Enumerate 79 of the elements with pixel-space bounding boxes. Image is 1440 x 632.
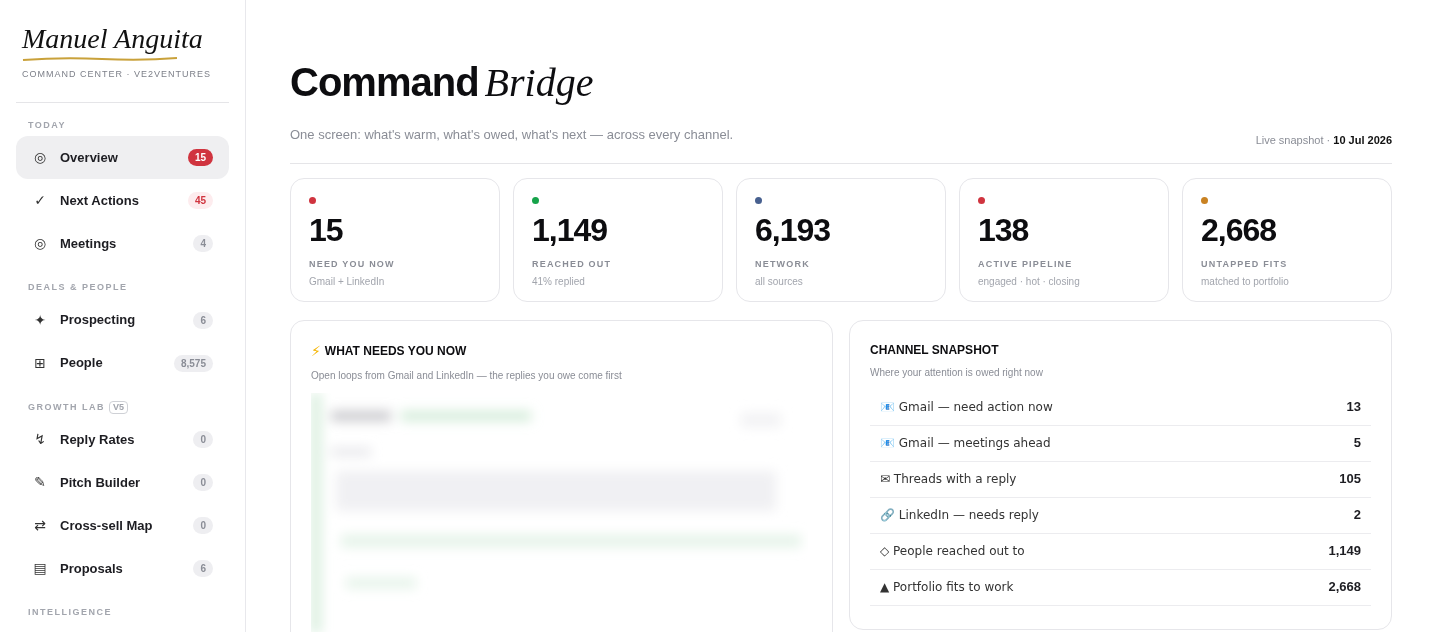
channel-count: 2 — [1353, 506, 1361, 525]
nav-label: Reply Rates — [60, 430, 136, 449]
nav-item[interactable]: ◎ Overview 15 — [16, 136, 229, 179]
channel-count: 105 — [1339, 470, 1361, 489]
nav-label: People — [60, 354, 104, 373]
nav-label: Cross-sell Map — [60, 516, 154, 535]
item-count: 15 — [187, 149, 213, 166]
nav-item[interactable]: ✦ Prospecting 6 — [16, 298, 229, 342]
nav-item[interactable]: ✓ Next Actions 45 — [16, 179, 229, 222]
stat-label: REACHED OUT — [532, 257, 613, 271]
channel-label: ✉ Threads with a reply — [880, 471, 1017, 488]
page-title-accent: Bridge — [484, 63, 594, 103]
nav-item[interactable]: ◎ Meetings 4 — [16, 222, 229, 265]
nav-item[interactable]: ↯ Reply Rates 0 — [16, 418, 229, 461]
nav-item[interactable]: ⊞ People 8,575 — [16, 341, 229, 385]
nav-icon: ✦ — [32, 309, 48, 331]
panel-subtitle: Where your attention is owed right now — [870, 365, 1044, 380]
stat-value: 6,193 — [755, 211, 832, 248]
channel-count: 13 — [1346, 398, 1361, 417]
nav-label: Next Actions — [60, 191, 140, 210]
nav-icon: ⇄ — [32, 515, 48, 536]
panel-title: WHAT NEEDS YOU NOW — [324, 343, 467, 360]
stat-value: 1,149 — [532, 211, 609, 248]
panel-subtitle: Open loops from Gmail and LinkedIn — the replies you owe come first — [311, 368, 623, 383]
channel-label: ▲ Portfolio fits to work — [880, 579, 1014, 596]
stat-label: NETWORK — [755, 257, 811, 271]
item-count: 45 — [187, 192, 213, 209]
brand-signature: Manuel Anguita — [22, 22, 204, 56]
item-count: 0 — [193, 431, 213, 448]
stat-note: matched to portfolio — [1201, 275, 1290, 289]
snapshot-date: Live snapshot · 10 Jul 2026 — [1255, 133, 1392, 148]
stat-note: engaged · hot · closing — [978, 275, 1081, 289]
section-heading: DEALS & PEOPLE — [28, 281, 128, 294]
page-title: Command — [290, 62, 479, 102]
nav-icon: ◎ — [32, 147, 48, 168]
item-count: 8,575 — [173, 354, 213, 372]
section-heading: INTELLIGENCE — [28, 606, 112, 619]
channel-label: ◇ People reached out to — [880, 543, 1025, 560]
stat-label: ACTIVE PIPELINE — [978, 257, 1074, 271]
channel-label: 📧 Gmail — need action now — [880, 399, 1053, 416]
stat-value: 15 — [309, 211, 344, 248]
nav-icon: ✎ — [32, 472, 48, 493]
nav-item[interactable]: ✎ Pitch Builder 0 — [16, 461, 229, 504]
stat-label: NEED YOU NOW — [309, 257, 396, 271]
channel-label: 🔗 LinkedIn — needs reply — [880, 507, 1039, 524]
section-heading: TODAY — [28, 118, 66, 132]
item-count: 6 — [193, 311, 213, 329]
nav-item[interactable]: ⇄ Cross-sell Map 0 — [16, 504, 229, 547]
item-count: 4 — [193, 235, 213, 252]
nav-label: Proposals — [60, 559, 124, 578]
brand-tagline: COMMAND CENTER · VE2VENTURES — [22, 68, 212, 81]
stat-note: Gmail + LinkedIn — [309, 275, 386, 289]
nav-label: Meetings — [60, 234, 118, 253]
nav-label: Pitch Builder — [60, 473, 142, 492]
channel-count: 5 — [1353, 434, 1361, 453]
stat-label: UNTAPPED FITS — [1201, 257, 1289, 271]
nav-icon: ▤ — [32, 558, 48, 579]
nav-icon: ✓ — [32, 190, 48, 211]
version-tag: V5 — [109, 400, 128, 414]
stat-note: all sources — [755, 275, 804, 289]
nav-icon: ⊞ — [32, 352, 48, 374]
nav-item[interactable]: ▤ Proposals 6 — [16, 547, 229, 590]
section-heading: GROWTH LAB — [28, 400, 105, 414]
page-subtitle: One screen: what's warm, what's owed, what's next — across every channel. — [290, 126, 734, 144]
nav-label: Prospecting — [60, 311, 137, 330]
item-count: 0 — [193, 474, 213, 491]
nav-label: Overview — [60, 148, 119, 167]
stat-value: 2,668 — [1201, 211, 1278, 248]
channel-count: 1,149 — [1328, 542, 1361, 561]
channel-label: 📧 Gmail — meetings ahead — [880, 435, 1051, 452]
stat-value: 138 — [978, 211, 1030, 248]
item-count: 0 — [193, 517, 213, 534]
channel-count: 2,668 — [1328, 578, 1361, 597]
panel-title: CHANNEL SNAPSHOT — [870, 341, 1000, 359]
item-count: 6 — [193, 560, 213, 577]
stat-note: 41% replied — [532, 275, 586, 289]
lightning-icon: ⚡ — [311, 340, 321, 362]
nav-icon: ◎ — [32, 233, 48, 254]
nav-icon: ↯ — [32, 429, 48, 450]
